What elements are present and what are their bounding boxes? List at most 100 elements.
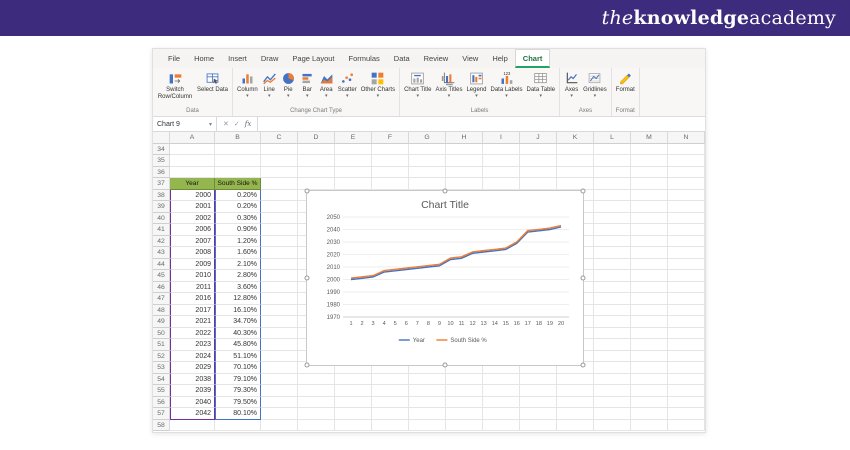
cell-f35[interactable] [372, 155, 409, 167]
cell-n41[interactable] [668, 224, 705, 236]
cell-m44[interactable] [631, 258, 668, 270]
chart-resize-handle[interactable] [580, 188, 586, 194]
cell-k36[interactable] [557, 166, 594, 178]
cell-e34[interactable] [335, 143, 372, 155]
ribbon-button-other-charts[interactable]: Other Charts ▾ [359, 69, 397, 99]
cell-j55[interactable] [520, 385, 557, 397]
cell-k35[interactable] [557, 155, 594, 167]
cell-d35[interactable] [298, 155, 335, 167]
cell-i36[interactable] [483, 166, 520, 178]
cell-c45[interactable] [261, 270, 298, 282]
row-header-48[interactable]: 48 [153, 304, 170, 316]
cell-n56[interactable] [668, 396, 705, 408]
cell-n47[interactable] [668, 293, 705, 305]
column-header-c[interactable]: C [261, 132, 298, 144]
cell-b58[interactable] [215, 419, 261, 431]
ribbon-tab-home[interactable]: Home [187, 50, 221, 68]
cell-c57[interactable] [261, 408, 298, 420]
cell-a34[interactable] [170, 143, 215, 155]
cell-m48[interactable] [631, 304, 668, 316]
row-header-57[interactable]: 57 [153, 408, 170, 420]
cell-b49[interactable]: 34.70% [215, 316, 261, 328]
cell-c47[interactable] [261, 293, 298, 305]
cell-l46[interactable] [594, 281, 631, 293]
cell-c49[interactable] [261, 316, 298, 328]
cell-e58[interactable] [335, 419, 372, 431]
cell-m34[interactable] [631, 143, 668, 155]
cell-b34[interactable] [215, 143, 261, 155]
cell-h58[interactable] [446, 419, 483, 431]
ribbon-tab-view[interactable]: View [455, 50, 485, 68]
cell-f57[interactable] [372, 408, 409, 420]
column-header-j[interactable]: J [520, 132, 557, 144]
cell-n35[interactable] [668, 155, 705, 167]
cell-g34[interactable] [409, 143, 446, 155]
cell-c55[interactable] [261, 385, 298, 397]
cell-i57[interactable] [483, 408, 520, 420]
cell-f56[interactable] [372, 396, 409, 408]
cell-d36[interactable] [298, 166, 335, 178]
column-header-l[interactable]: L [594, 132, 631, 144]
chart-object[interactable]: 1970 1980 1990 2000 2010 2020 2030 2040 2050 Char… [304, 188, 586, 368]
row-header-52[interactable]: 52 [153, 350, 170, 362]
row-header-42[interactable]: 42 [153, 235, 170, 247]
column-header-g[interactable]: G [409, 132, 446, 144]
cell-a47[interactable]: 2016 [170, 293, 215, 305]
cell-h56[interactable] [446, 396, 483, 408]
cell-m38[interactable] [631, 189, 668, 201]
cell-n44[interactable] [668, 258, 705, 270]
cell-n42[interactable] [668, 235, 705, 247]
cell-c39[interactable] [261, 201, 298, 213]
row-header-45[interactable]: 45 [153, 270, 170, 282]
cell-m57[interactable] [631, 408, 668, 420]
cell-n37[interactable] [668, 178, 705, 190]
cell-b42[interactable]: 1.20% [215, 235, 261, 247]
cell-k56[interactable] [557, 396, 594, 408]
cell-l43[interactable] [594, 247, 631, 259]
cell-b48[interactable]: 16.10% [215, 304, 261, 316]
cell-h57[interactable] [446, 408, 483, 420]
cell-n52[interactable] [668, 350, 705, 362]
cell-m47[interactable] [631, 293, 668, 305]
cell-a37[interactable]: Year [170, 178, 215, 190]
cell-l52[interactable] [594, 350, 631, 362]
cell-c51[interactable] [261, 339, 298, 351]
cell-e55[interactable] [335, 385, 372, 397]
row-header-58[interactable]: 58 [153, 419, 170, 431]
cell-f58[interactable] [372, 419, 409, 431]
ribbon-button-bar[interactable]: Bar ▾ [298, 69, 317, 99]
ribbon-tab-chart[interactable]: Chart [514, 49, 551, 68]
formula-input[interactable] [258, 117, 705, 131]
ribbon-button-column[interactable]: Column ▾ [235, 69, 260, 99]
cell-a40[interactable]: 2002 [170, 212, 215, 224]
ribbon-button-pie[interactable]: Pie ▾ [279, 69, 298, 99]
cell-b43[interactable]: 1.60% [215, 247, 261, 259]
cell-l35[interactable] [594, 155, 631, 167]
cell-a46[interactable]: 2011 [170, 281, 215, 293]
cell-n58[interactable] [668, 419, 705, 431]
cell-c42[interactable] [261, 235, 298, 247]
ribbon-tab-formulas[interactable]: Formulas [342, 50, 387, 68]
cell-a45[interactable]: 2010 [170, 270, 215, 282]
cell-m43[interactable] [631, 247, 668, 259]
cell-m58[interactable] [631, 419, 668, 431]
column-header-m[interactable]: M [631, 132, 668, 144]
cell-j58[interactable] [520, 419, 557, 431]
cell-g57[interactable] [409, 408, 446, 420]
cell-b47[interactable]: 12.80% [215, 293, 261, 305]
cell-c52[interactable] [261, 350, 298, 362]
cell-k37[interactable] [557, 178, 594, 190]
cell-e36[interactable] [335, 166, 372, 178]
cell-l55[interactable] [594, 385, 631, 397]
column-header-f[interactable]: F [372, 132, 409, 144]
column-header-n[interactable]: N [668, 132, 705, 144]
cell-a41[interactable]: 2006 [170, 224, 215, 236]
cell-c48[interactable] [261, 304, 298, 316]
cell-f37[interactable] [372, 178, 409, 190]
cell-c50[interactable] [261, 327, 298, 339]
cell-e35[interactable] [335, 155, 372, 167]
cell-n57[interactable] [668, 408, 705, 420]
cell-l36[interactable] [594, 166, 631, 178]
cell-a56[interactable]: 2040 [170, 396, 215, 408]
cancel-icon[interactable]: ✕ [223, 120, 229, 128]
